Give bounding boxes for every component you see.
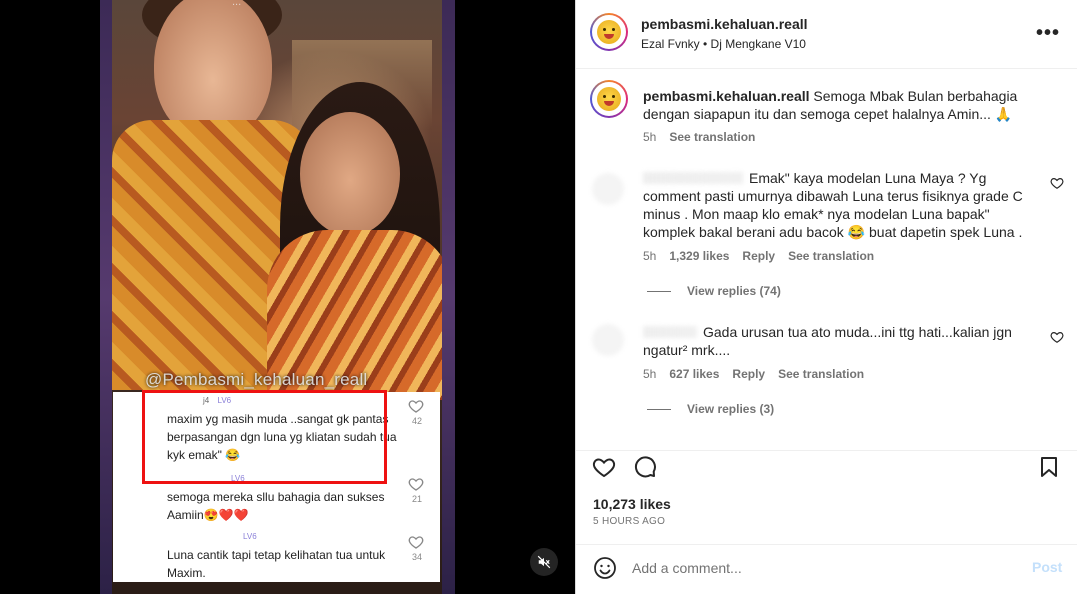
heart-icon[interactable]	[408, 476, 424, 492]
post-button[interactable]: Post	[1032, 559, 1062, 575]
comment-icon[interactable]	[633, 455, 657, 479]
caption-username[interactable]: pembasmi.kehaluan.reall	[643, 88, 810, 104]
emoji-icon[interactable]	[593, 556, 617, 580]
overlay-like-count: 42	[411, 416, 422, 426]
see-translation-link[interactable]: See translation	[778, 367, 864, 381]
post-timestamp: 5 HOURS AGO	[593, 516, 666, 527]
header-username[interactable]: pembasmi.kehaluan.reall	[641, 16, 808, 32]
overlay-like-count: 21	[411, 494, 422, 504]
red-highlight-box	[142, 390, 387, 484]
view-replies-button[interactable]: View replies (3)	[647, 402, 774, 416]
heart-icon[interactable]	[408, 534, 424, 550]
heart-icon[interactable]	[592, 455, 616, 479]
level-badge: LV6	[243, 532, 257, 541]
more-options-icon[interactable]: •••	[1036, 22, 1060, 45]
post-actions: 10,273 likes 5 HOURS AGO	[576, 450, 1077, 544]
comment-text: Gada urusan tua ato muda...ini ttg hati.…	[643, 324, 1012, 358]
bookmark-icon[interactable]	[1037, 455, 1061, 479]
reply-button[interactable]: Reply	[732, 367, 765, 381]
view-replies-button[interactable]: View replies (74)	[647, 284, 781, 298]
post-details-panel: pembasmi.kehaluan.reall Ezal Fvnky • Dj …	[575, 0, 1077, 594]
avatar-image	[592, 82, 626, 116]
overlay-comment-text: semoga mereka sllu bahagia dan sukses Aa…	[167, 490, 385, 522]
comment: Emak" kaya modelan Luna Maya ? Yg commen…	[643, 169, 1038, 241]
profile-emoji-icon	[597, 20, 621, 44]
view-replies-label: View replies (74)	[687, 284, 781, 298]
comment-age: 5h	[643, 367, 657, 381]
avatar[interactable]	[590, 80, 628, 118]
comment-likes[interactable]: 1,329 likes	[669, 249, 729, 263]
avatar[interactable]	[592, 173, 624, 205]
caption-age: 5h	[643, 130, 657, 144]
comment: Gada urusan tua ato muda...ini ttg hati.…	[643, 323, 1038, 359]
post-header: pembasmi.kehaluan.reall Ezal Fvnky • Dj …	[576, 0, 1077, 69]
likes-count[interactable]: 10,273 likes	[593, 496, 671, 512]
heart-icon[interactable]	[1050, 330, 1064, 344]
comment-meta: 5h 627 likes Reply See translation	[643, 367, 864, 381]
profile-emoji-icon	[597, 87, 621, 111]
heart-icon[interactable]	[1050, 176, 1064, 190]
media-pane: ... @Pembasmi_kehaluan_reall j4 LV6 maxi…	[0, 0, 575, 594]
comment-username-blurred[interactable]	[643, 326, 697, 338]
divider	[647, 290, 671, 292]
woman-face	[300, 112, 400, 236]
caption-meta: 5h See translation	[643, 130, 755, 144]
mute-toggle-button[interactable]	[530, 548, 558, 576]
comment-age: 5h	[643, 249, 657, 263]
overlay-like-count: 34	[411, 552, 422, 562]
avatar-image	[592, 15, 626, 49]
divider	[647, 408, 671, 410]
view-replies-label: View replies (3)	[687, 402, 775, 416]
video-top-overlay-text: ...	[232, 0, 242, 8]
comment-likes[interactable]: 627 likes	[669, 367, 719, 381]
comment-username-blurred[interactable]	[643, 172, 743, 184]
comment-input[interactable]	[632, 557, 1012, 579]
avatar[interactable]	[590, 13, 628, 51]
comment-meta: 5h 1,329 likes Reply See translation	[643, 249, 874, 263]
audio-track[interactable]: Ezal Fvnky • Dj Mengkane V10	[641, 37, 806, 51]
muted-speaker-icon	[537, 555, 551, 569]
add-comment-bar: Post	[576, 544, 1077, 594]
instagram-post-view: ... @Pembasmi_kehaluan_reall j4 LV6 maxi…	[0, 0, 1077, 594]
person-face	[154, 0, 272, 140]
heart-icon[interactable]	[408, 398, 424, 414]
see-translation-link[interactable]: See translation	[669, 130, 755, 144]
avatar[interactable]	[592, 324, 624, 356]
see-translation-link[interactable]: See translation	[788, 249, 874, 263]
comments-list: pembasmi.kehaluan.reall Semoga Mbak Bula…	[576, 70, 1077, 450]
reply-button[interactable]: Reply	[742, 249, 775, 263]
video-watermark: @Pembasmi_kehaluan_reall	[145, 370, 368, 389]
overlay-comment-text: Luna cantik tapi tetap kelihatan tua unt…	[167, 548, 386, 580]
caption: pembasmi.kehaluan.reall Semoga Mbak Bula…	[643, 87, 1038, 123]
